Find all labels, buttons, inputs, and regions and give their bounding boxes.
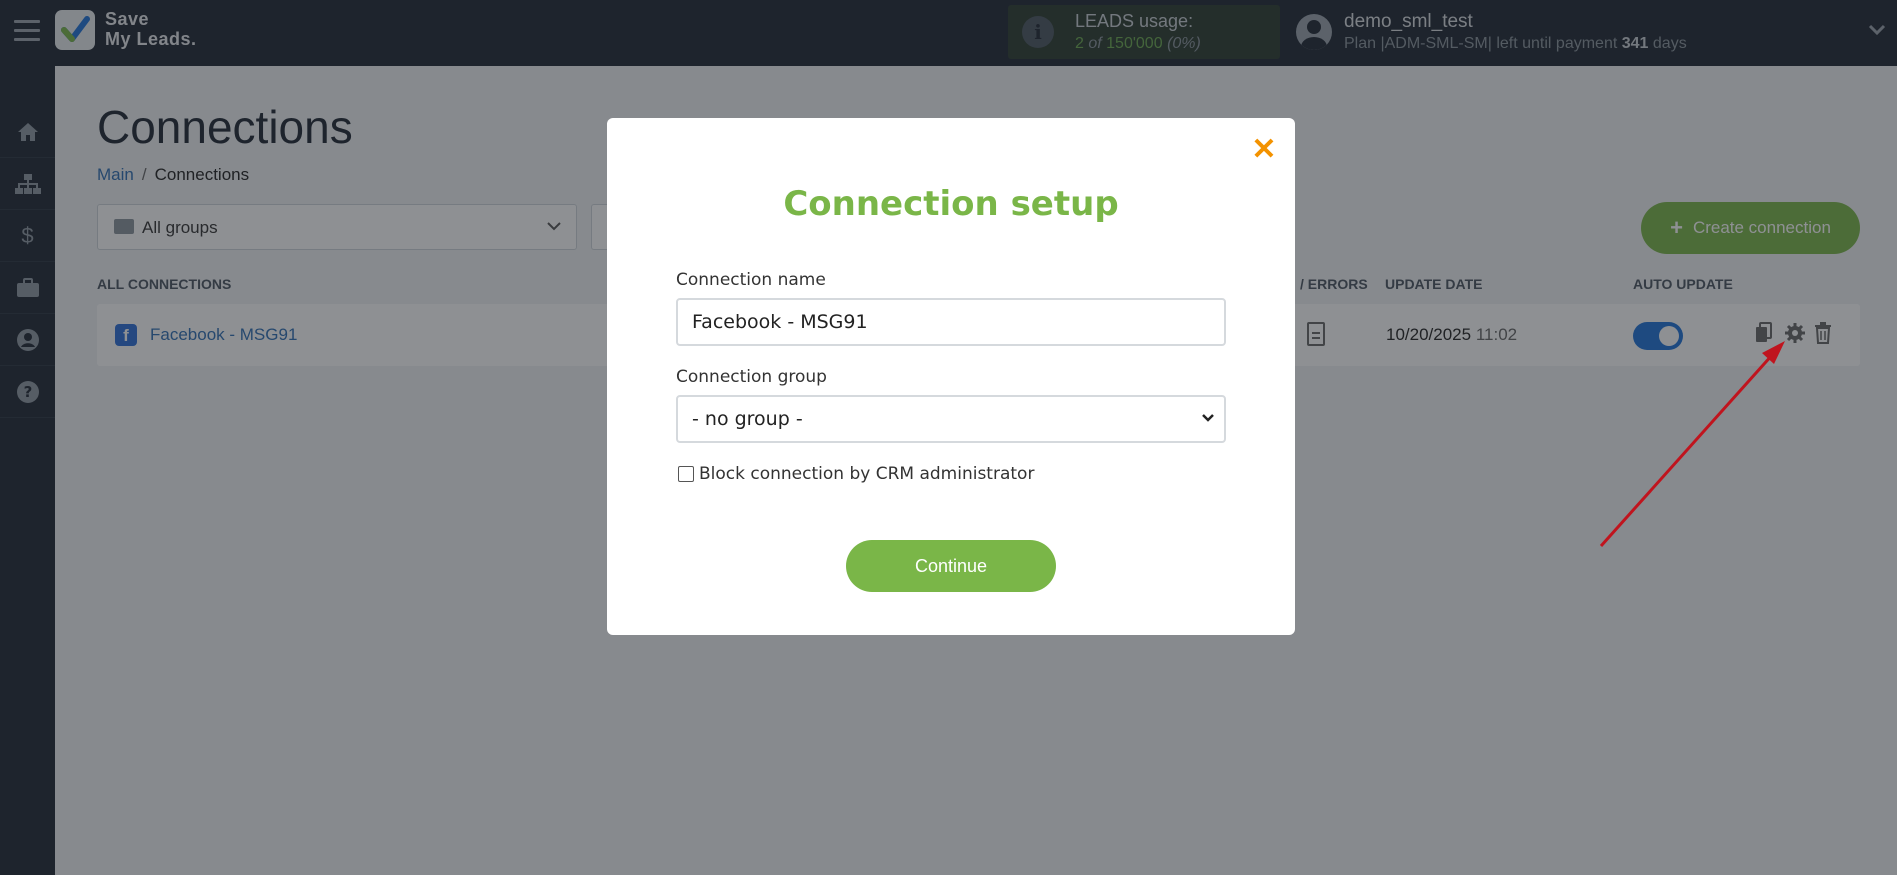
block-connection-checkbox[interactable] [678,466,694,482]
modal-title: Connection setup [783,184,1119,224]
chevron-down-icon [1200,407,1216,432]
block-connection-label[interactable]: Block connection by CRM administrator [699,464,1034,484]
connection-name-input[interactable] [676,298,1226,346]
connection-setup-modal: ✕ Connection setup Connection name Conne… [607,118,1295,635]
connection-group-select[interactable]: - no group - [676,395,1226,443]
connection-name-label: Connection name [676,270,826,290]
continue-button[interactable]: Continue [846,540,1056,592]
connection-group-label: Connection group [676,367,827,387]
close-icon[interactable]: ✕ [1250,135,1278,165]
